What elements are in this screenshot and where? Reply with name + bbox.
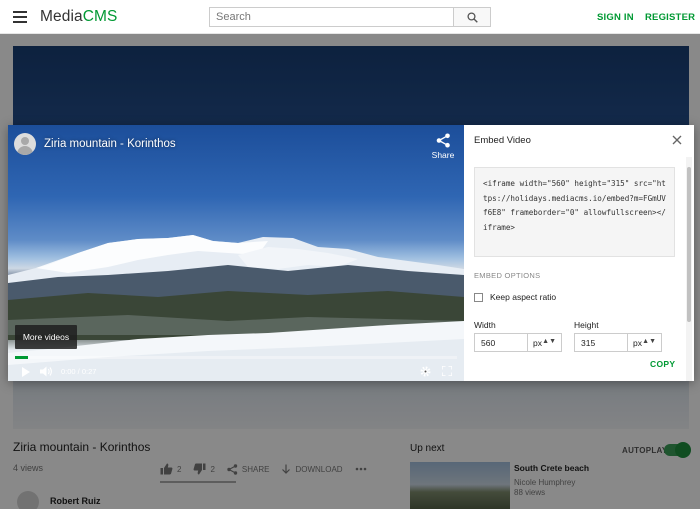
site-logo[interactable]: MediaCMS xyxy=(40,8,117,26)
embed-panel-title: Embed Video xyxy=(474,135,531,146)
more-videos-button[interactable]: More videos xyxy=(15,325,77,349)
fullscreen-icon[interactable] xyxy=(442,366,452,376)
chevron-down-icon: ▲▼ xyxy=(642,338,656,345)
player-title[interactable]: Ziria mountain - Korinthos xyxy=(44,138,176,150)
keep-aspect-label[interactable]: Keep aspect ratio xyxy=(490,292,556,302)
close-icon[interactable] xyxy=(671,134,683,146)
height-value[interactable]: 315 xyxy=(581,338,595,348)
register-link[interactable]: REGISTER xyxy=(645,12,695,23)
time-display: 0:00 / 0:27 xyxy=(61,367,97,376)
progress-fill xyxy=(15,356,29,359)
menu-icon[interactable] xyxy=(13,11,27,23)
height-unit-value: px xyxy=(633,338,642,348)
chevron-down-icon: ▲▼ xyxy=(542,338,556,345)
search-input[interactable] xyxy=(210,8,454,26)
copy-button[interactable]: COPY xyxy=(650,359,675,369)
embed-code-textarea[interactable]: <iframe width="560" height="315" src="ht… xyxy=(474,167,675,257)
embed-panel: Embed Video <iframe width="560" height="… xyxy=(464,125,694,381)
keep-aspect-checkbox[interactable] xyxy=(474,293,483,302)
settings-gear-icon[interactable] xyxy=(420,366,431,377)
top-header: MediaCMS SIGN IN REGISTER xyxy=(0,0,700,34)
embed-options-heading: EMBED OPTIONS xyxy=(474,271,541,280)
video-player[interactable]: Ziria mountain - Korinthos Share More vi… xyxy=(8,125,464,381)
volume-icon[interactable] xyxy=(40,366,53,377)
width-field[interactable]: 560 px ▲▼ xyxy=(474,333,562,352)
width-unit-select[interactable]: px ▲▼ xyxy=(527,334,561,351)
sign-in-link[interactable]: SIGN IN xyxy=(597,12,634,23)
logo-text: Media xyxy=(40,8,83,25)
search-button[interactable] xyxy=(453,8,490,26)
search-icon xyxy=(466,11,478,23)
scrollbar-thumb[interactable] xyxy=(687,167,691,322)
player-share-button[interactable]: Share xyxy=(431,133,455,160)
channel-avatar[interactable] xyxy=(14,133,36,155)
logo-accent-text: CMS xyxy=(82,8,118,25)
share-icon xyxy=(436,133,450,148)
player-controls: 0:00 / 0:27 xyxy=(8,361,464,381)
width-label: Width xyxy=(474,320,496,330)
height-label: Height xyxy=(574,320,599,330)
height-unit-select[interactable]: px ▲▼ xyxy=(627,334,661,351)
play-icon[interactable] xyxy=(22,367,30,377)
player-share-label: Share xyxy=(431,150,455,160)
embed-modal: Ziria mountain - Korinthos Share More vi… xyxy=(8,125,694,381)
progress-bar[interactable] xyxy=(15,356,457,359)
width-unit-value: px xyxy=(533,338,542,348)
height-field[interactable]: 315 px ▲▼ xyxy=(574,333,662,352)
search-box xyxy=(209,7,491,27)
width-value[interactable]: 560 xyxy=(481,338,495,348)
